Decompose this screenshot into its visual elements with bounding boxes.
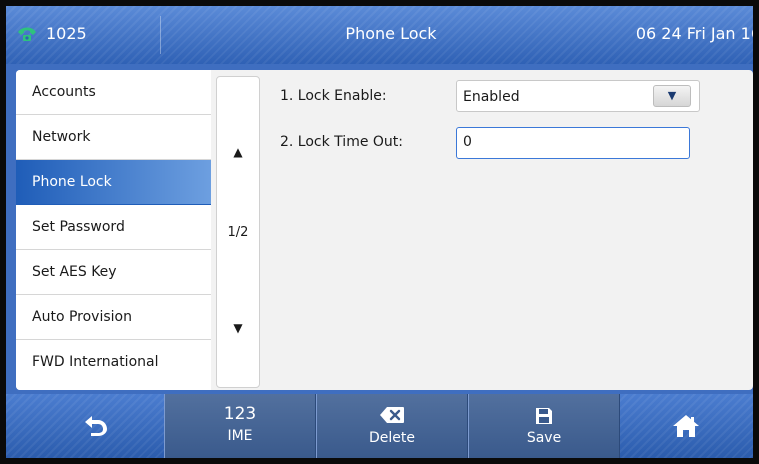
lock-enable-select[interactable]: Enabled ▼ bbox=[456, 80, 700, 112]
home-icon bbox=[673, 415, 699, 437]
menu-item-phone-lock[interactable]: Phone Lock bbox=[16, 160, 211, 205]
back-button[interactable] bbox=[46, 394, 146, 458]
lock-time-out-field[interactable] bbox=[456, 127, 690, 159]
backspace-x-icon bbox=[380, 407, 404, 423]
lock-time-out-label: 2. Lock Time Out: bbox=[280, 134, 403, 150]
triangle-up-icon[interactable]: ▲ bbox=[217, 145, 259, 159]
ime-button[interactable]: 123 IME bbox=[164, 394, 316, 458]
menu-item-auto-provision[interactable]: Auto Provision bbox=[16, 295, 211, 340]
menu-item-set-aes-key[interactable]: Set AES Key bbox=[16, 250, 211, 295]
date-time: 06 24 Fri Jan 16 bbox=[635, 24, 759, 43]
settings-menu: Accounts Network Phone Lock Set Password… bbox=[16, 70, 211, 390]
settings-panel: Accounts Network Phone Lock Set Password… bbox=[16, 70, 753, 390]
phone-screen: 1025 Phone Lock 06 24 Fri Jan 16 Account… bbox=[0, 0, 759, 464]
menu-item-set-password[interactable]: Set Password bbox=[16, 205, 211, 250]
menu-item-network[interactable]: Network bbox=[16, 115, 211, 160]
softkey-bar: 123 IME Delete Save bbox=[6, 394, 753, 458]
delete-button[interactable]: Delete bbox=[316, 394, 468, 458]
lock-enable-label: 1. Lock Enable: bbox=[280, 88, 387, 104]
home-button[interactable] bbox=[636, 394, 736, 458]
back-arrow-icon bbox=[85, 416, 107, 436]
lock-time-out-input[interactable] bbox=[457, 128, 689, 156]
menu-scrollbar[interactable]: ▲ 1/2 ▼ bbox=[216, 76, 260, 388]
page-indicator: 1/2 bbox=[227, 225, 249, 240]
save-button[interactable]: Save bbox=[468, 394, 620, 458]
account-indicator[interactable]: 1025 bbox=[16, 24, 87, 43]
floppy-disk-icon bbox=[536, 408, 552, 424]
phone-handset-icon bbox=[18, 27, 36, 41]
triangle-down-icon[interactable]: ▼ bbox=[217, 321, 259, 335]
page-title: Phone Lock bbox=[345, 24, 437, 43]
ime-label: IME bbox=[227, 428, 253, 444]
header-divider bbox=[160, 16, 161, 54]
lock-enable-value: Enabled bbox=[463, 89, 520, 105]
dropdown-arrow-icon[interactable]: ▼ bbox=[653, 85, 691, 107]
menu-item-accounts[interactable]: Accounts bbox=[16, 70, 211, 115]
status-bar: 1025 Phone Lock 06 24 Fri Jan 16 bbox=[6, 6, 753, 64]
delete-label: Delete bbox=[369, 430, 415, 446]
extension-number: 1025 bbox=[46, 24, 87, 43]
ime-mode: 123 bbox=[223, 404, 257, 424]
menu-item-fwd-international[interactable]: FWD International bbox=[16, 340, 211, 385]
save-label: Save bbox=[526, 430, 562, 446]
